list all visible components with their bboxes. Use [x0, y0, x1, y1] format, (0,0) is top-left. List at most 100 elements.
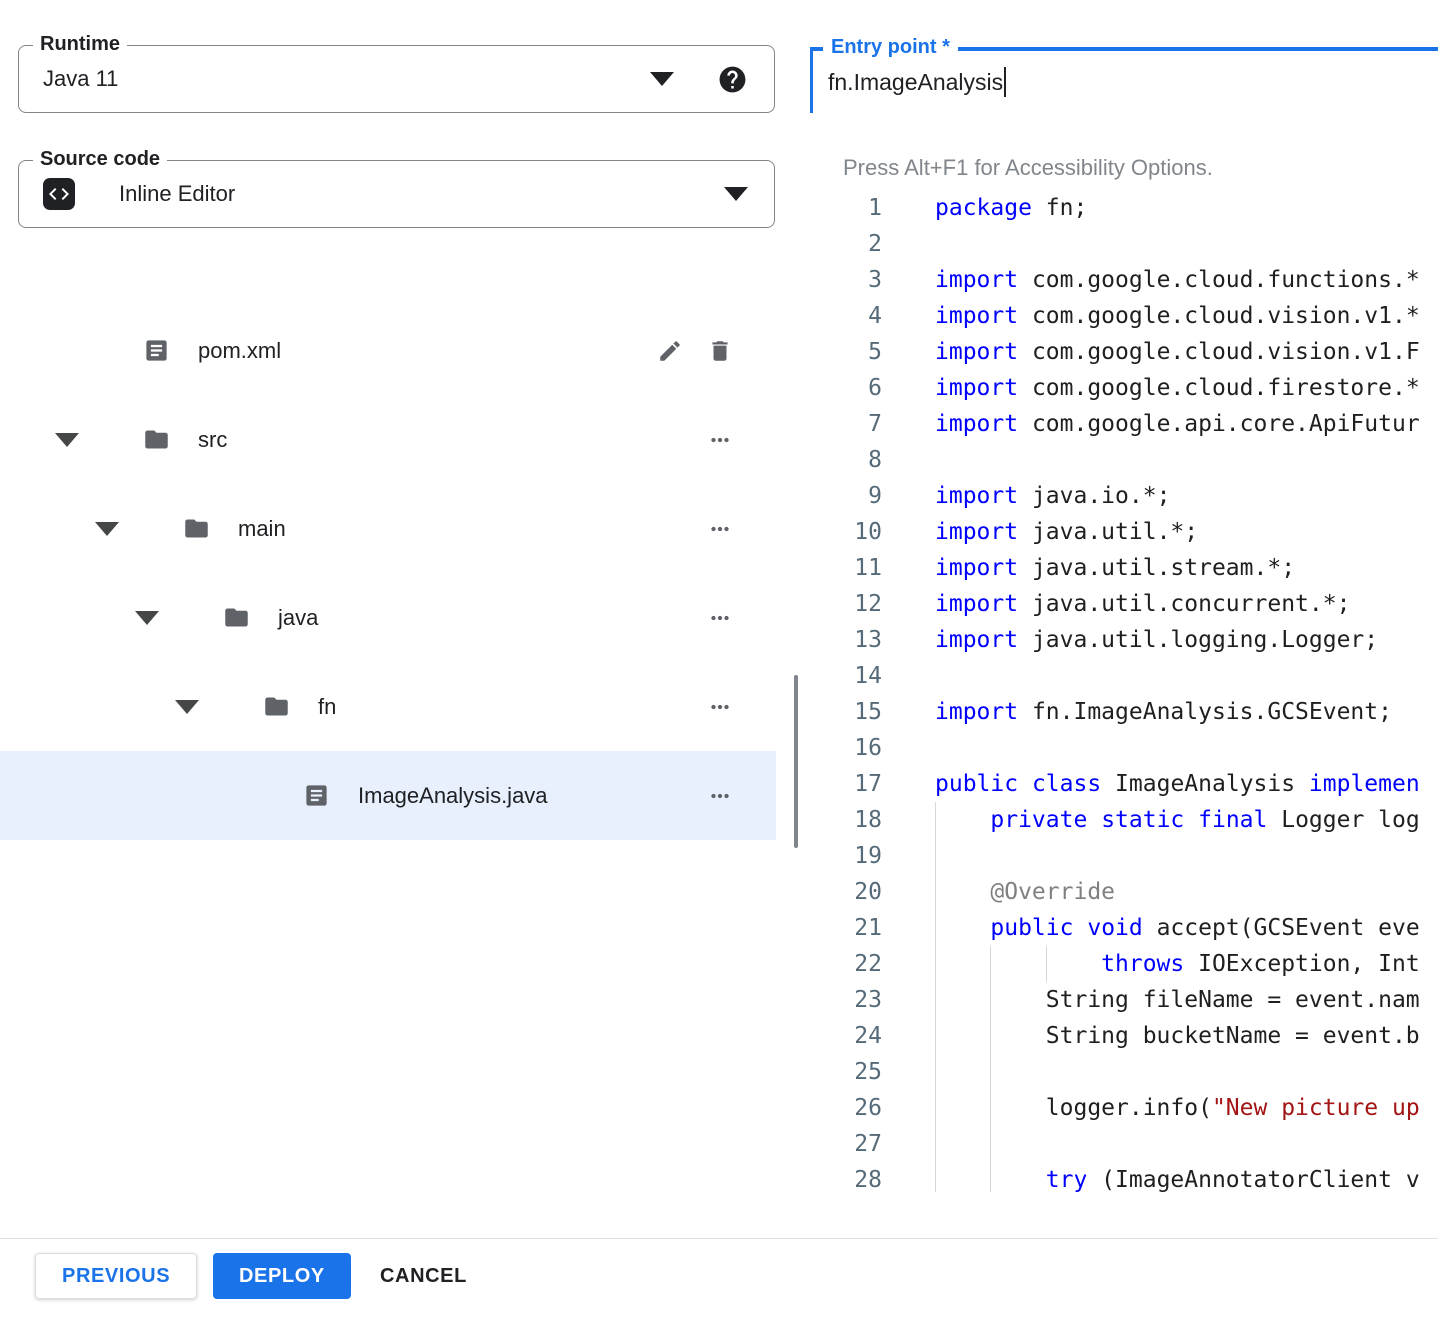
code-line[interactable]: 20 @Override: [810, 874, 1438, 910]
row-actions: [706, 604, 734, 632]
deploy-button[interactable]: DEPLOY: [213, 1253, 351, 1299]
code-line[interactable]: 5import com.google.cloud.vision.v1.F: [810, 334, 1438, 370]
code-line[interactable]: 13import java.util.logging.Logger;: [810, 622, 1438, 658]
tree-item-pom.xml[interactable]: pom.xml: [0, 306, 776, 395]
delete-button[interactable]: [706, 337, 734, 365]
code-line[interactable]: 21 public void accept(GCSEvent eve: [810, 910, 1438, 946]
code-line[interactable]: 8: [810, 442, 1438, 478]
code-line[interactable]: 14: [810, 658, 1438, 694]
tree-item-ImageAnalysis.java[interactable]: ImageAnalysis.java: [0, 751, 776, 840]
line-code: import java.util.logging.Logger;: [935, 622, 1438, 658]
indent-guide: [935, 1126, 936, 1162]
tree-item-src[interactable]: src: [0, 395, 776, 484]
code-line[interactable]: 3import com.google.cloud.functions.*: [810, 262, 1438, 298]
tree-item-fn[interactable]: fn: [0, 662, 776, 751]
line-code: [935, 838, 1438, 874]
line-number: 21: [810, 910, 882, 946]
code-line[interactable]: 22 throws IOException, Int: [810, 946, 1438, 982]
line-number: 10: [810, 514, 882, 550]
line-number: 9: [810, 478, 882, 514]
code-line[interactable]: 24 String bucketName = event.b: [810, 1018, 1438, 1054]
code-line[interactable]: 11import java.util.stream.*;: [810, 550, 1438, 586]
line-number: 18: [810, 802, 882, 838]
expand-toggle[interactable]: [175, 700, 263, 714]
help-button[interactable]: [716, 63, 748, 95]
line-number: 5: [810, 334, 882, 370]
code-line[interactable]: 27: [810, 1126, 1438, 1162]
runtime-label: Runtime: [33, 33, 127, 56]
more-button[interactable]: [706, 782, 734, 810]
tree-item-main[interactable]: main: [0, 484, 776, 573]
indent-guide: [990, 982, 991, 1018]
indent-guide: [935, 910, 936, 946]
code-line[interactable]: 28 try (ImageAnnotatorClient v: [810, 1162, 1438, 1192]
line-number: 16: [810, 730, 882, 766]
code-line[interactable]: 23 String fileName = event.nam: [810, 982, 1438, 1018]
edit-button[interactable]: [656, 337, 684, 365]
more-horiz-icon: [707, 694, 733, 720]
indent-guide: [990, 1126, 991, 1162]
more-button[interactable]: [706, 604, 734, 632]
indent-guide: [935, 1018, 936, 1054]
more-button[interactable]: [706, 426, 734, 454]
line-code: import com.google.api.core.ApiFutur: [935, 406, 1438, 442]
expand-toggle[interactable]: [55, 433, 143, 447]
line-code: String fileName = event.nam: [935, 982, 1438, 1018]
entry-point-label: Entry point *: [823, 36, 958, 59]
tree-item-java[interactable]: java: [0, 573, 776, 662]
line-code: private static final Logger log: [935, 802, 1438, 838]
tree-item-label: ImageAnalysis.java: [358, 783, 548, 809]
code-line[interactable]: 4import com.google.cloud.vision.v1.*: [810, 298, 1438, 334]
entry-point-input[interactable]: fn.ImageAnalysis: [828, 69, 1003, 96]
pencil-icon: [657, 338, 683, 364]
more-button[interactable]: [706, 515, 734, 543]
line-code: [935, 1054, 1438, 1090]
chevron-down-icon[interactable]: [724, 187, 748, 201]
more-horiz-icon: [707, 605, 733, 631]
code-line[interactable]: 19: [810, 838, 1438, 874]
code-line[interactable]: 18 private static final Logger log: [810, 802, 1438, 838]
code-line[interactable]: 10import java.util.*;: [810, 514, 1438, 550]
code-line[interactable]: 17public class ImageAnalysis implemen: [810, 766, 1438, 802]
entry-point-field[interactable]: Entry point * fn.ImageAnalysis: [810, 47, 1438, 113]
chevron-down-icon[interactable]: [650, 72, 674, 86]
code-line[interactable]: 25: [810, 1054, 1438, 1090]
tree-item-label: pom.xml: [198, 338, 281, 364]
line-code: throws IOException, Int: [935, 946, 1438, 982]
line-number: 28: [810, 1162, 882, 1192]
code-editor[interactable]: 1package fn;23import com.google.cloud.fu…: [810, 190, 1438, 1192]
line-code: logger.info("New picture up: [935, 1090, 1438, 1126]
line-number: 26: [810, 1090, 882, 1126]
line-number: 15: [810, 694, 882, 730]
indent-guide: [935, 982, 936, 1018]
line-number: 22: [810, 946, 882, 982]
code-line[interactable]: 6import com.google.cloud.firestore.*: [810, 370, 1438, 406]
folder-icon: [143, 426, 170, 453]
scrollbar-thumb[interactable]: [794, 675, 798, 848]
code-line[interactable]: 7import com.google.api.core.ApiFutur: [810, 406, 1438, 442]
indent-guide: [1046, 946, 1047, 982]
expand-toggle[interactable]: [95, 522, 183, 536]
line-number: 8: [810, 442, 882, 478]
more-button[interactable]: [706, 693, 734, 721]
code-line[interactable]: 26 logger.info("New picture up: [810, 1090, 1438, 1126]
code-line[interactable]: 2: [810, 226, 1438, 262]
deploy-function-page: Runtime Java 11 Source code Inline Edito…: [0, 0, 1438, 1322]
code-line[interactable]: 12import java.util.concurrent.*;: [810, 586, 1438, 622]
cancel-button[interactable]: CANCEL: [380, 1253, 467, 1299]
indent-guide: [935, 1090, 936, 1126]
previous-button[interactable]: PREVIOUS: [35, 1253, 197, 1299]
code-line[interactable]: 15import fn.ImageAnalysis.GCSEvent;: [810, 694, 1438, 730]
line-code: import com.google.cloud.functions.*: [935, 262, 1438, 298]
tree-item-label: fn: [318, 694, 336, 720]
code-line[interactable]: 1package fn;: [810, 190, 1438, 226]
row-actions: [706, 782, 734, 810]
code-line[interactable]: 9import java.io.*;: [810, 478, 1438, 514]
runtime-select[interactable]: Runtime Java 11: [18, 45, 775, 113]
indent-guide: [990, 1090, 991, 1126]
source-code-select[interactable]: Source code Inline Editor: [18, 160, 775, 228]
indent-guide: [935, 874, 936, 910]
line-number: 24: [810, 1018, 882, 1054]
expand-toggle[interactable]: [135, 611, 223, 625]
code-line[interactable]: 16: [810, 730, 1438, 766]
